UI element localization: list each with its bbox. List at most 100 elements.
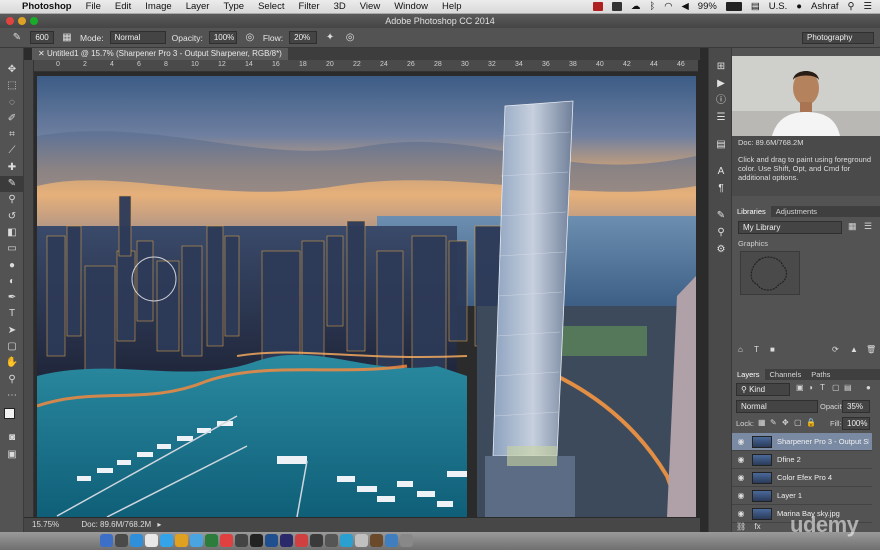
minimize-window-button[interactable] [18,17,26,25]
volume-icon[interactable]: ◀ [681,1,688,12]
visibility-eye-icon[interactable]: ◉ [736,469,746,487]
document-tab[interactable]: ✕ Untitled1 @ 15.7% (Sharpener Pro 3 - O… [32,48,288,60]
quick-selection-tool-icon[interactable]: ✐ [0,111,24,127]
brush-panel-icon[interactable]: ▦ [60,31,74,44]
visibility-eye-icon[interactable]: ◉ [736,505,746,523]
menu-select[interactable]: Select [258,1,284,12]
filter-pixel-icon[interactable]: ▣ [796,383,804,392]
dock-app-icon[interactable] [340,534,353,547]
dock-app-icon[interactable] [205,534,218,547]
screen-mode-icon[interactable]: ▣ [0,447,24,463]
blur-tool-icon[interactable]: ● [0,258,24,274]
menu-image[interactable]: Image [145,1,171,12]
layer-row[interactable]: ◉ Sharpener Pro 3 - Output Shar... [732,433,872,451]
fill-field[interactable]: 100% [842,417,870,430]
dock-app-icon[interactable] [145,534,158,547]
dock-app-icon[interactable] [235,534,248,547]
layer-row[interactable]: ◉ Color Efex Pro 4 [732,469,872,487]
grid-view-icon[interactable]: ▦ [848,221,857,232]
battery-icon[interactable] [725,2,742,11]
visibility-eye-icon[interactable]: ◉ [736,451,746,469]
close-window-button[interactable] [6,17,14,25]
status-menu-icon[interactable]: ▸ [157,520,161,529]
eraser-tool-icon[interactable]: ◧ [0,225,24,241]
list-view-icon[interactable]: ☰ [864,221,872,232]
add-text-icon[interactable]: T [754,345,759,354]
dock-app-icon[interactable] [280,534,293,547]
workspace-select[interactable]: Photography [802,32,874,44]
menu-file[interactable]: File [86,1,101,12]
dock-app-icon[interactable] [175,534,188,547]
gradient-tool-icon[interactable]: ▭ [0,241,24,257]
tab-layers[interactable]: Layers [732,369,765,380]
dock-app-icon[interactable] [115,534,128,547]
tab-adjustments[interactable]: Adjustments [771,206,822,217]
library-trash-icon[interactable]: 🗑 [866,345,876,354]
foreground-color-swatch[interactable] [4,408,15,420]
filter-shape-icon[interactable]: ▢ [832,383,840,392]
info-panel-icon[interactable]: ⓘ [709,92,733,109]
filter-type-icon[interactable]: T [820,383,825,392]
edit-toolbar-icon[interactable]: ⋯ [0,388,24,404]
menu-edit[interactable]: Edit [115,1,131,12]
spotlight-icon[interactable]: ⚲ [848,1,855,12]
filter-toggle-icon[interactable]: ● [866,383,871,392]
visibility-eye-icon[interactable]: ◉ [736,487,746,505]
bluetooth-icon[interactable]: ᛒ [649,1,655,12]
status-icon[interactable] [611,2,622,11]
lock-position-icon[interactable]: ✥ [782,418,789,427]
flag-icon[interactable]: ▤ [751,1,760,12]
menu-view[interactable]: View [360,1,380,12]
tool-presets-panel-icon[interactable]: ⚙ [709,241,733,258]
crop-tool-icon[interactable]: ⌗ [0,127,24,143]
menu-type[interactable]: Type [223,1,244,12]
tab-channels[interactable]: Channels [765,369,807,380]
path-selection-tool-icon[interactable]: ➤ [0,323,24,339]
dock-app-icon[interactable] [265,534,278,547]
dock-app-icon[interactable] [295,534,308,547]
eyedropper-tool-icon[interactable]: ⟋ [0,143,24,159]
hand-tool-icon[interactable]: ✋ [0,355,24,371]
library-select[interactable]: My Library [738,221,842,234]
sync-icon[interactable]: ⟳ [832,345,839,354]
history-brush-tool-icon[interactable]: ↺ [0,209,24,225]
close-document-icon[interactable]: ✕ [38,49,47,58]
zoom-tool-icon[interactable]: ⚲ [0,372,24,388]
menu-help[interactable]: Help [442,1,462,12]
flow-field[interactable]: 20% [289,31,318,44]
history-panel-icon[interactable]: ⊞ [709,58,733,75]
paragraph-panel-icon[interactable]: ¶ [709,180,733,197]
brush-tool-icon[interactable]: ✎ [0,176,24,193]
layer-opacity-field[interactable]: 35% [842,400,870,413]
actions-panel-icon[interactable]: ▶ [709,75,733,92]
move-tool-icon[interactable]: ✥ [0,62,24,78]
cloud-icon[interactable]: ☁ [631,1,641,12]
input-source[interactable]: U.S. [769,1,787,12]
lock-all-icon[interactable]: 🔒 [806,418,816,427]
menu-3d[interactable]: 3D [334,1,346,12]
link-layers-icon[interactable]: ⛓ [736,522,746,531]
dock-app-icon[interactable] [325,534,338,547]
character-panel-icon[interactable]: A [709,163,733,180]
brush-size-picker[interactable]: 600 [30,31,54,44]
brush-presets-panel-icon[interactable]: ✎ [709,207,733,224]
pressure-size-icon[interactable]: ◎ [343,31,357,44]
dock-app-icon[interactable] [100,534,113,547]
airbrush-icon[interactable]: ✦ [323,31,337,44]
clone-stamp-tool-icon[interactable]: ⚲ [0,192,24,208]
brush-tool-preset-icon[interactable]: ✎ [10,31,24,44]
warning-icon[interactable]: ▲ [850,345,858,354]
library-graphic-thumbnail[interactable] [740,251,800,295]
dock-app-icon[interactable] [370,534,383,547]
layer-filter-select[interactable]: ⚲ Kind [736,383,790,396]
dock-app-icon[interactable] [385,534,398,547]
blend-mode-select[interactable]: Normal [736,400,818,413]
menu-layer[interactable]: Layer [186,1,210,12]
notifications-icon[interactable]: ☰ [863,1,872,12]
dock-app-icon[interactable] [250,534,263,547]
zoom-level[interactable]: 15.75% [32,520,59,529]
clone-source-panel-icon[interactable]: ⚲ [709,224,733,241]
type-tool-icon[interactable]: T [0,306,24,322]
menu-window[interactable]: Window [394,1,428,12]
dock-app-icon[interactable] [130,534,143,547]
